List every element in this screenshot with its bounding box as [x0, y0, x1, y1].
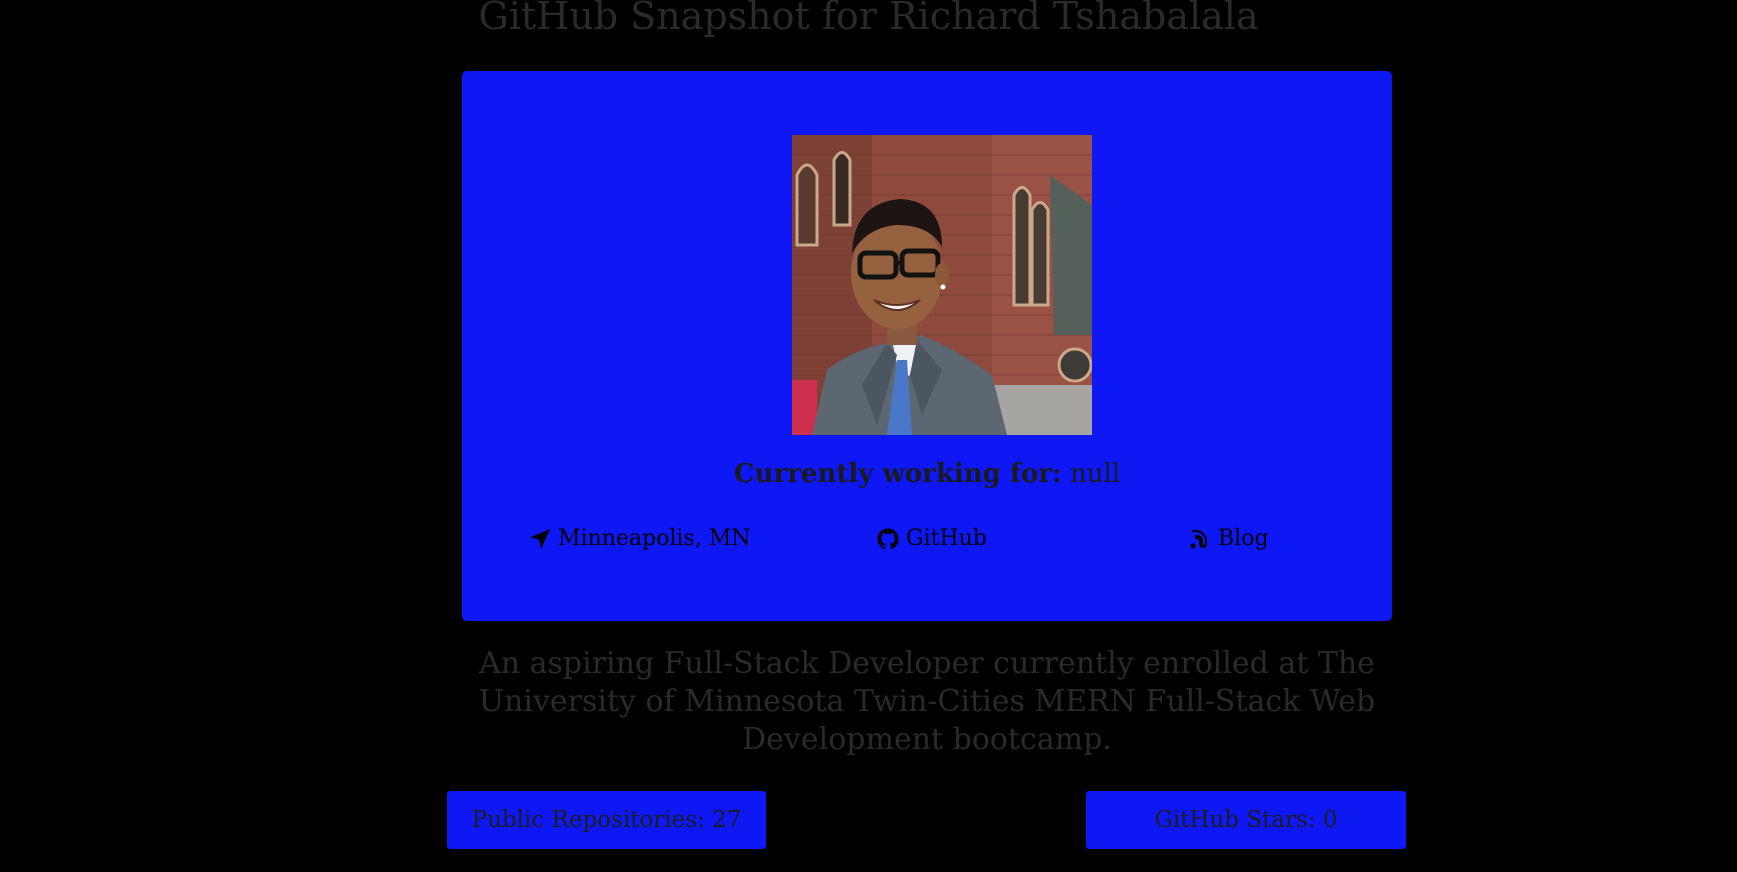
github-icon	[876, 527, 900, 551]
blog-link[interactable]: Blog	[1188, 526, 1269, 551]
blog-icon	[1188, 527, 1212, 551]
location-label: Minneapolis, MN	[558, 526, 751, 551]
page: GitHub Snapshot for Richard Tshabalala C…	[0, 0, 1737, 872]
employer-line: Currently working for: null	[462, 459, 1392, 489]
blog-label: Blog	[1218, 526, 1269, 551]
avatar	[792, 135, 1092, 435]
bio-text: An aspiring Full-Stack Developer current…	[478, 646, 1376, 757]
page-title: GitHub Snapshot for Richard Tshabalala	[478, 0, 1259, 38]
github-label: GitHub	[906, 526, 987, 551]
avatar-image	[792, 135, 1092, 435]
location-arrow-icon	[528, 527, 552, 551]
profile-card: Currently working for: null Minneapolis,…	[462, 71, 1392, 621]
github-link[interactable]: GitHub	[876, 526, 987, 551]
employer-value: null	[1069, 459, 1121, 489]
profile-links: Minneapolis, MN GitHub Blog	[462, 526, 1392, 558]
github-stars-badge: GitHub Stars: 0	[1086, 791, 1406, 849]
employer-label: Currently working for:	[733, 459, 1062, 489]
location-link[interactable]: Minneapolis, MN	[528, 526, 751, 551]
public-repositories-badge: Public Repositories: 27	[447, 791, 766, 849]
